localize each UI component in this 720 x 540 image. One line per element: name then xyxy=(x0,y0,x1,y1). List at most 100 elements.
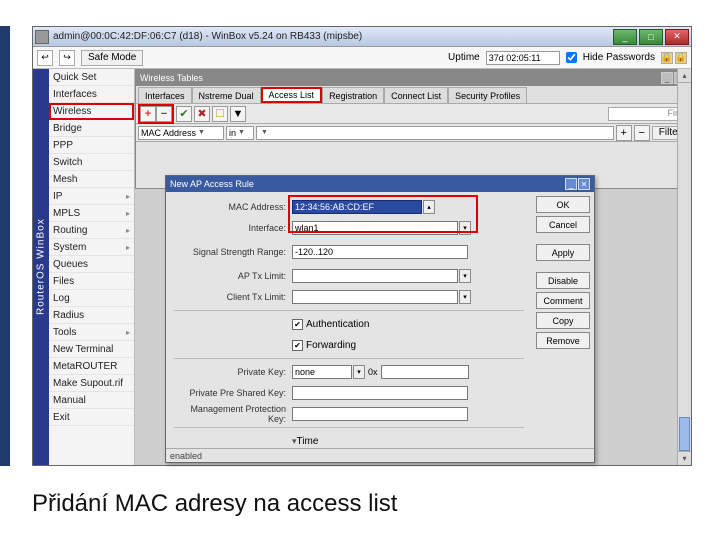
wt-tabs: InterfacesNstreme DualAccess ListRegistr… xyxy=(136,86,690,104)
close-button[interactable]: ✕ xyxy=(665,29,689,45)
wt-title: Wireless Tables xyxy=(140,73,203,83)
mac-label: MAC Address: xyxy=(174,202,292,212)
sidebar-item-mesh[interactable]: Mesh xyxy=(49,171,134,188)
aptx-dropdown-icon[interactable]: ▾ xyxy=(459,269,471,283)
unlock-icon[interactable]: 🔓 xyxy=(675,52,687,64)
comment-button[interactable]: Comment xyxy=(536,292,590,309)
maximize-button[interactable]: □ xyxy=(639,29,663,45)
sidebar-item-bridge[interactable]: Bridge xyxy=(49,120,134,137)
find-input[interactable]: Find xyxy=(608,107,688,121)
copy-button[interactable]: Copy xyxy=(536,312,590,329)
scroll-down-icon[interactable]: ▾ xyxy=(678,451,691,465)
ap-min-icon[interactable]: _ xyxy=(565,178,577,190)
cltx-dropdown-icon[interactable]: ▾ xyxy=(459,290,471,304)
remove-button[interactable]: Remove xyxy=(536,332,590,349)
uptime-label: Uptime xyxy=(448,52,480,63)
wt-filter-bar: MAC Address▼ in▼ ▼ + − Filter xyxy=(136,124,690,142)
fwd-checkbox[interactable]: ✔ xyxy=(292,340,303,351)
ap-status: enabled xyxy=(166,448,594,462)
scrollbar[interactable]: ▴ ▾ xyxy=(677,69,691,465)
sidebar-item-make-supout.rif[interactable]: Make Supout.rif xyxy=(49,375,134,392)
tab-nstreme-dual[interactable]: Nstreme Dual xyxy=(192,87,261,103)
sidebar-item-system[interactable]: System▸ xyxy=(49,239,134,256)
remove-button[interactable]: − xyxy=(156,106,172,122)
sidebar-item-exit[interactable]: Exit xyxy=(49,409,134,426)
lock-icon[interactable]: 🔒 xyxy=(661,52,673,64)
aptx-input[interactable] xyxy=(292,269,458,283)
sidebar-item-ip[interactable]: IP▸ xyxy=(49,188,134,205)
aptx-label: AP Tx Limit: xyxy=(174,271,292,281)
uptime-value: 37d 02:05:11 xyxy=(486,51,560,65)
sidebar-item-tools[interactable]: Tools▸ xyxy=(49,324,134,341)
comment-button[interactable]: ☐ xyxy=(212,106,228,122)
sidebar-item-files[interactable]: Files xyxy=(49,273,134,290)
sidebar-item-ppp[interactable]: PPP xyxy=(49,137,134,154)
window-title: admin@00:0C:42:DF:06:C7 (d18) - WinBox v… xyxy=(53,31,613,42)
apply-button[interactable]: Apply xyxy=(536,244,590,261)
minimize-button[interactable]: _ xyxy=(613,29,637,45)
app-icon xyxy=(35,30,49,44)
tab-security-profiles[interactable]: Security Profiles xyxy=(448,87,527,103)
ppsk-label: Private Pre Shared Key: xyxy=(174,388,292,398)
pk-prefix: 0x xyxy=(368,367,378,377)
disable-button[interactable]: ✖ xyxy=(194,106,210,122)
pk-dropdown-icon[interactable]: ▾ xyxy=(353,365,365,379)
wireless-tables-window: Wireless Tables _✕ InterfacesNstreme Dua… xyxy=(135,69,691,189)
tab-access-list[interactable]: Access List xyxy=(261,87,323,103)
ap-buttons: OK Cancel Apply Disable Comment Copy Remove xyxy=(532,192,594,448)
filter-field-select[interactable]: MAC Address▼ xyxy=(138,126,224,140)
disable-button[interactable]: Disable xyxy=(536,272,590,289)
sidebar-item-radius[interactable]: Radius xyxy=(49,307,134,324)
enable-button[interactable]: ✔ xyxy=(176,106,192,122)
sidebar-item-log[interactable]: Log xyxy=(49,290,134,307)
filter-value-input[interactable]: ▼ xyxy=(256,126,614,140)
sidebar-item-metarouter[interactable]: MetaROUTER xyxy=(49,358,134,375)
hide-passwords-label: Hide Passwords xyxy=(583,52,655,63)
tab-registration[interactable]: Registration xyxy=(322,87,384,103)
sidebar-item-queues[interactable]: Queues xyxy=(49,256,134,273)
sidebar-item-wireless[interactable]: Wireless xyxy=(49,103,134,120)
ok-button[interactable]: OK xyxy=(536,196,590,213)
titlebar: admin@00:0C:42:DF:06:C7 (d18) - WinBox v… xyxy=(33,27,691,47)
tab-connect-list[interactable]: Connect List xyxy=(384,87,448,103)
auth-checkbox[interactable]: ✔ xyxy=(292,319,303,330)
pk-select[interactable] xyxy=(292,365,352,379)
add-button[interactable]: + xyxy=(140,106,156,122)
wt-min-icon[interactable]: _ xyxy=(661,72,673,84)
hide-passwords-checkbox[interactable] xyxy=(566,52,577,63)
ssr-input[interactable] xyxy=(292,245,468,259)
sidebar: Quick SetInterfacesWirelessBridgePPPSwit… xyxy=(49,69,135,465)
safe-mode-button[interactable]: Safe Mode xyxy=(81,50,143,66)
cltx-label: Client Tx Limit: xyxy=(174,292,292,302)
filter-op-select[interactable]: in▼ xyxy=(226,126,254,140)
fwd-label: Forwarding xyxy=(306,340,356,351)
mpk-input[interactable] xyxy=(292,407,468,421)
cancel-button[interactable]: Cancel xyxy=(536,216,590,233)
filter-remove-button[interactable]: − xyxy=(634,125,650,141)
sidebar-item-quick-set[interactable]: Quick Set xyxy=(49,69,134,86)
mpk-label: Management Protection Key: xyxy=(174,404,292,424)
ssr-label: Signal Strength Range: xyxy=(174,247,292,257)
sidebar-item-mpls[interactable]: MPLS▸ xyxy=(49,205,134,222)
ap-form: MAC Address: ▴ Interface: ▾ Signal Stren… xyxy=(166,192,532,448)
sidebar-item-routing[interactable]: Routing▸ xyxy=(49,222,134,239)
ppsk-input[interactable] xyxy=(292,386,468,400)
ap-close-icon[interactable]: ✕ xyxy=(578,178,590,190)
winbox-window: admin@00:0C:42:DF:06:C7 (d18) - WinBox v… xyxy=(32,26,692,466)
back-icon[interactable]: ↩ xyxy=(37,50,53,66)
scroll-up-icon[interactable]: ▴ xyxy=(678,69,691,83)
cltx-input[interactable] xyxy=(292,290,458,304)
time-label: Time xyxy=(297,436,319,447)
pk-hex-input[interactable] xyxy=(381,365,469,379)
auth-label: Authentication xyxy=(306,319,369,330)
tab-interfaces[interactable]: Interfaces xyxy=(138,87,192,103)
sidebar-item-new-terminal[interactable]: New Terminal xyxy=(49,341,134,358)
filter-icon[interactable]: ▼ xyxy=(230,106,246,122)
sidebar-item-manual[interactable]: Manual xyxy=(49,392,134,409)
sidebar-item-interfaces[interactable]: Interfaces xyxy=(49,86,134,103)
sidebar-item-switch[interactable]: Switch xyxy=(49,154,134,171)
filter-add-button[interactable]: + xyxy=(616,125,632,141)
redo-icon[interactable]: ↪ xyxy=(59,50,75,66)
ap-title: New AP Access Rule xyxy=(170,179,254,189)
slide-caption: Přidání MAC adresy na access list xyxy=(32,490,397,518)
